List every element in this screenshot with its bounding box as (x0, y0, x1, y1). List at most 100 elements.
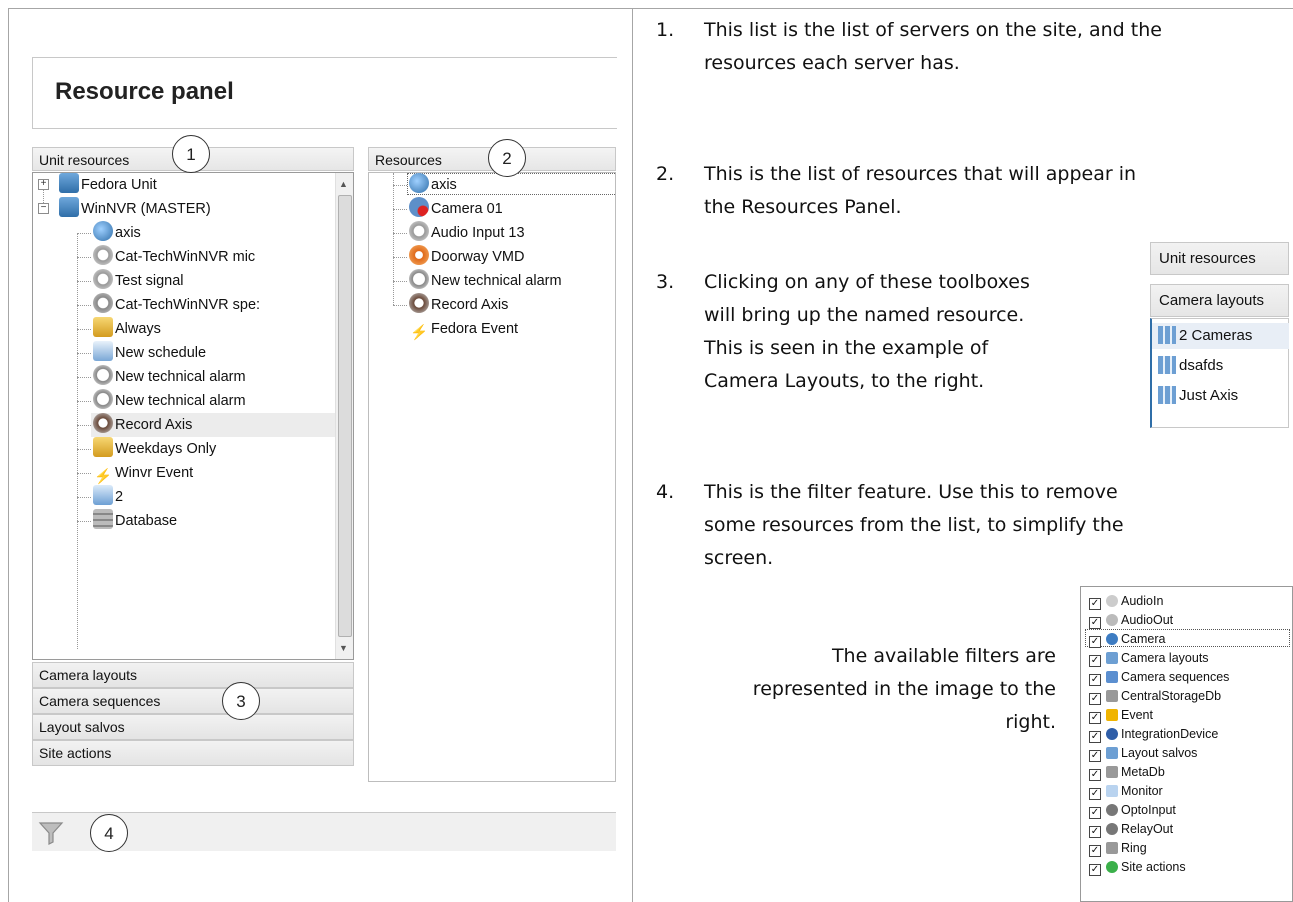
table-border-top (8, 8, 1293, 9)
layout-icon (1106, 652, 1118, 664)
toolbox-camera-sequences[interactable]: Camera sequences (32, 688, 354, 714)
callout-4: 4 (90, 814, 128, 852)
filter-item-camera: ✓ Camera (1089, 631, 1165, 648)
tree-branch (77, 473, 91, 474)
tree-item-label: Weekdays Only (115, 441, 217, 457)
tree-item-record-axis[interactable]: Record Axis (93, 413, 192, 437)
tree-item-new-technical-alarm-2[interactable]: New technical alarm (93, 389, 246, 413)
resource-item-doorway-vmd[interactable]: Doorway VMD (409, 245, 524, 269)
tree-item-always[interactable]: Always (93, 317, 161, 341)
filter-item-centralstoragedb: ✓ CentralStorageDb (1089, 688, 1221, 705)
note-line: This is the filter feature. Use this to … (704, 481, 1118, 503)
note-number: 2. (656, 163, 675, 185)
tree-item-cat-techwinnvr-mic[interactable]: Cat-TechWinNVR mic (93, 245, 255, 269)
tree-item-new-schedule[interactable]: New schedule (93, 341, 206, 365)
mini-unit-resources-header: Unit resources (1150, 242, 1289, 275)
note-line: This is the list of resources that will … (704, 163, 1137, 185)
checkbox-checked: ✓ (1089, 674, 1101, 686)
checkbox-checked: ✓ (1089, 655, 1101, 667)
note-line: the Resources Panel. (704, 196, 902, 218)
resource-item-label: New technical alarm (431, 273, 562, 289)
layout-icon (1158, 326, 1176, 344)
tree-item-weekdays-only[interactable]: Weekdays Only (93, 437, 216, 461)
tree-item-2[interactable]: 2 (93, 485, 123, 509)
checkbox-checked: ✓ (1089, 693, 1101, 705)
tree-branch (77, 329, 91, 330)
resource-item-axis[interactable]: axis (409, 173, 457, 197)
resource-item-camera-01[interactable]: Camera 01 (409, 197, 503, 221)
monitor-icon (93, 485, 113, 505)
resource-item-label: axis (431, 177, 457, 193)
play-icon (1106, 861, 1118, 873)
tree-scrollbar-thumb[interactable] (338, 195, 352, 637)
tree-line (393, 173, 394, 305)
tree-item-cat-techwinnvr-speaker[interactable]: Cat-TechWinNVR spe: (93, 293, 260, 317)
toolbox-site-actions[interactable]: Site actions (32, 740, 354, 766)
checkbox-checked: ✓ (1089, 636, 1101, 648)
caption-line: The available filters are (831, 645, 1056, 667)
tree-item-axis[interactable]: axis (93, 221, 141, 245)
toolbox-layout-salvos[interactable]: Layout salvos (32, 714, 354, 740)
tree-branch (393, 233, 407, 234)
tree-item-winvr-event[interactable]: ⚡ Winvr Event (93, 461, 193, 485)
collapse-winnvr[interactable]: − (38, 203, 49, 214)
tree-item-winnvr-master[interactable]: WinNVR (MASTER) (59, 197, 211, 221)
database-icon (1106, 690, 1118, 702)
tree-branch (393, 185, 407, 186)
filter-item-site-actions: ✓ Site actions (1089, 859, 1186, 876)
layout-item-label: dsafds (1179, 357, 1224, 374)
filter-item-relayout: ✓ RelayOut (1089, 821, 1173, 838)
resources-tree[interactable]: axis Camera 01 Audio Input 13 Doorway VM… (368, 172, 616, 782)
resource-item-fedora-event[interactable]: ⚡ Fedora Event (409, 317, 518, 341)
device-icon (1106, 728, 1118, 740)
checkbox-checked: ✓ (1089, 826, 1101, 838)
tree-item-test-signal[interactable]: Test signal (93, 269, 184, 293)
toolbox-camera-layouts[interactable]: Camera layouts (32, 662, 354, 688)
tree-item-label: New technical alarm (115, 393, 246, 409)
unit-resources-tree[interactable]: + Fedora Unit − WinNVR (MASTER) axis Cat… (32, 172, 354, 660)
schedule-icon (93, 317, 113, 337)
input-icon (1106, 804, 1118, 816)
resource-item-audio-input-13[interactable]: Audio Input 13 (409, 221, 525, 245)
tree-line (77, 233, 78, 649)
note-line: Camera Layouts, to the right. (704, 370, 985, 392)
database-icon (1106, 766, 1118, 778)
filter-item-camera-layouts: ✓ Camera layouts (1089, 650, 1209, 667)
tree-branch (77, 305, 91, 306)
expand-fedora-unit[interactable]: + (38, 179, 49, 190)
resource-item-record-axis[interactable]: Record Axis (409, 293, 508, 317)
callout-1: 1 (172, 135, 210, 173)
tree-branch (77, 521, 91, 522)
scroll-up-arrow-icon[interactable]: ▲ (339, 179, 348, 189)
filter-item-event: ✓ Event (1089, 707, 1153, 724)
tree-item-label: 2 (115, 489, 124, 505)
filter-item-monitor: ✓ Monitor (1089, 783, 1163, 800)
tree-item-database[interactable]: Database (93, 509, 177, 533)
filter-item-integrationdevice: ✓ IntegrationDevice (1089, 726, 1218, 743)
caption-line: represented in the image to the (752, 678, 1056, 700)
funnel-icon[interactable] (38, 820, 64, 846)
note-line: will bring up the named resource. (704, 304, 1025, 326)
checkbox-checked: ✓ (1089, 864, 1101, 876)
scroll-down-arrow-icon[interactable]: ▼ (339, 643, 348, 653)
checkbox-checked: ✓ (1089, 845, 1101, 857)
resource-item-new-technical-alarm[interactable]: New technical alarm (409, 269, 562, 293)
layout-item-label: Just Axis (1179, 387, 1239, 404)
tree-branch (393, 257, 407, 258)
tree-branch (77, 425, 91, 426)
resource-item-label: Audio Input 13 (431, 225, 525, 241)
tree-item-new-technical-alarm[interactable]: New technical alarm (93, 365, 246, 389)
note-line: some resources from the list, to simplif… (704, 514, 1124, 536)
checkbox-checked: ✓ (1089, 807, 1101, 819)
checkbox-checked: ✓ (1089, 712, 1101, 724)
tree-branch (77, 233, 91, 234)
tree-item-label: New schedule (115, 345, 207, 361)
layout-icon (1158, 386, 1176, 404)
checkbox-checked: ✓ (1089, 617, 1101, 629)
tree-branch (77, 497, 91, 498)
tree-branch (393, 209, 407, 210)
tree-item-fedora-unit[interactable]: Fedora Unit (59, 173, 157, 197)
note-line: Clicking on any of these toolboxes (704, 271, 1030, 293)
filter-label: Camera layouts (1121, 651, 1209, 665)
lightning-icon: ⚡ (409, 325, 429, 341)
